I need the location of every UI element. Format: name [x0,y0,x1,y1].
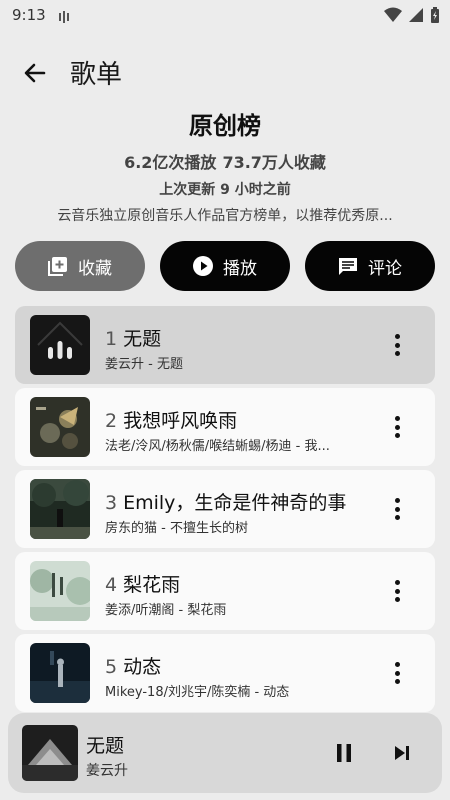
more-vert-icon[interactable] [385,661,409,685]
song-item[interactable]: 4 梨花雨 姜添/听潮阁 - 梨花雨 [15,552,435,630]
top-app-bar: 歌单 [0,50,450,94]
status-time: 9:13 [12,6,46,24]
skip-next-button[interactable] [390,741,414,765]
playlist-header: 原创榜 6.2亿次播放 73.7万人收藏 上次更新 9 小时之前 云音乐独立原创音… [0,108,450,226]
favorite-count: 73.7万人收藏 [222,153,326,172]
song-artist-album: 姜添/听潮阁 - 梨花雨 [105,603,227,618]
song-index: 4 [105,574,118,596]
playlist-name: 原创榜 [189,112,261,140]
song-cover [30,643,90,703]
song-title: 我想呼风唤雨 [123,410,238,432]
wifi-icon [384,7,402,27]
song-title: 动态 [123,656,162,678]
mini-player[interactable]: 无题 姜云升 [8,713,442,793]
more-vert-icon[interactable] [385,333,409,357]
song-artist-album: 姜云升 - 无题 [105,357,183,372]
song-list: 1 无题 姜云升 - 无题 2 我想呼风唤雨 法老/泠风/杨秋儒/喉结蜥蜴/杨迪 -… [15,306,435,716]
song-index: 5 [105,656,118,678]
action-buttons: 收藏 播放 评论 [15,241,435,291]
song-cover [30,397,90,457]
play-label: 播放 [223,258,257,279]
favorite-button[interactable]: 收藏 [15,241,145,291]
song-item[interactable]: 3 Emily，生命是件神奇的事 房东的猫 - 不擅生长的树 [15,470,435,548]
comment-icon [339,258,357,275]
play-count: 6.2亿次播放 [124,153,217,172]
skip-next-icon [395,746,409,760]
song-item[interactable]: 5 动态 Mikey-18/刘兆宇/陈奕楠 - 动态 [15,634,435,712]
play-all-button[interactable]: 播放 [160,241,290,291]
song-item[interactable]: 2 我想呼风唤雨 法老/泠风/杨秋儒/喉结蜥蜴/杨迪 - 我... [15,388,435,466]
song-cover [30,561,90,621]
page-title: 歌单 [70,60,123,90]
arrow-left-icon [24,63,46,83]
song-title: 无题 [123,328,162,350]
song-title: Emily，生命是件神奇的事 [123,492,347,514]
song-cover [30,479,90,539]
comment-button[interactable]: 评论 [305,241,435,291]
pause-button[interactable] [332,741,356,765]
song-title: 梨花雨 [123,574,181,596]
more-vert-icon[interactable] [385,415,409,439]
back-button[interactable] [20,58,50,88]
song-index: 1 [105,328,118,350]
playlist-stats: 6.2亿次播放 73.7万人收藏 [0,152,450,174]
status-bar: 9:13 [0,0,450,30]
song-artist-album: Mikey-18/刘兆宇/陈奕楠 - 动态 [105,685,290,700]
song-artist-album: 房东的猫 - 不擅生长的树 [105,521,248,536]
playlist-description[interactable]: 云音乐独立原创音乐人作品官方榜单，以推荐优秀原... [25,206,425,226]
song-cover [30,315,90,375]
pause-icon [337,744,351,762]
now-playing-title: 无题 [86,735,125,757]
song-artist-album: 法老/泠风/杨秋儒/喉结蜥蜴/杨迪 - 我... [105,439,330,454]
more-vert-icon[interactable] [385,497,409,521]
song-index: 3 [105,492,118,514]
song-item[interactable]: 1 无题 姜云升 - 无题 [15,306,435,384]
song-index: 2 [105,410,118,432]
battery-icon [430,7,440,27]
app-notification-icon [58,9,72,28]
library-add-icon [48,257,67,276]
now-playing-artist: 姜云升 [86,763,128,779]
comment-label: 评论 [368,258,402,279]
now-playing-cover [22,725,78,781]
favorite-label: 收藏 [78,258,112,279]
last-updated: 上次更新 9 小时之前 [159,182,291,198]
more-vert-icon[interactable] [385,579,409,603]
cell-signal-icon [408,7,424,27]
play-circle-icon [193,256,213,276]
